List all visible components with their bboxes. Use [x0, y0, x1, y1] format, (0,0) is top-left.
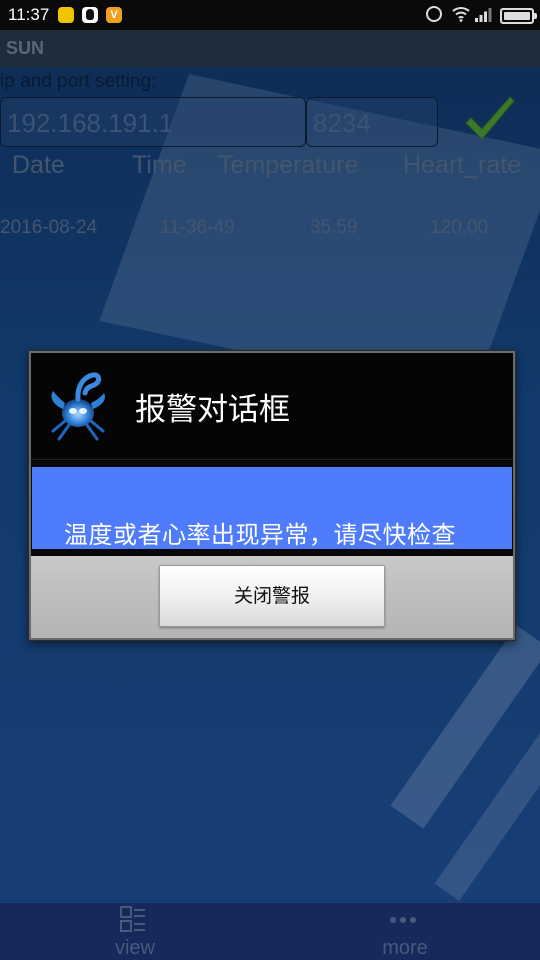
v-app-icon: V	[106, 7, 122, 23]
bottom-nav: view more	[0, 903, 540, 960]
more-icon	[390, 917, 416, 923]
dialog-title: 报警对话框	[135, 392, 290, 428]
cell-date: 2016-08-24	[0, 217, 98, 238]
ip-port-label: ip and port setting:	[0, 71, 157, 92]
column-header-date: Date	[12, 151, 65, 179]
column-header-time: Time	[132, 151, 187, 179]
column-header-temperature: Temperature	[218, 151, 359, 179]
qq-icon	[82, 7, 98, 23]
alert-dialog: 报警对话框 温度或者心率出现异常，请尽快检查 关闭警报	[29, 351, 515, 640]
scorpion-app-icon	[51, 372, 105, 441]
nav-item-more[interactable]: more	[270, 903, 540, 960]
status-bar: 11:37 V	[0, 0, 540, 30]
column-header-heart-rate: Heart_rate	[403, 151, 522, 179]
nav-label-view: view	[114, 937, 155, 959]
check-icon[interactable]	[462, 93, 518, 149]
dialog-message: 温度或者心率出现异常，请尽快检查	[64, 521, 456, 549]
alarm-icon	[426, 6, 442, 22]
port-input[interactable]: 8234	[306, 97, 438, 147]
battery-icon	[500, 8, 537, 24]
close-alarm-button[interactable]: 关闭警报	[159, 565, 385, 627]
app-title: SUN	[6, 38, 45, 58]
app-title-bar: SUN	[0, 30, 540, 67]
cell-time: 11-36-49	[160, 217, 235, 238]
dialog-header: 报警对话框	[31, 353, 513, 461]
nav-item-view[interactable]: view	[0, 903, 270, 960]
wifi-icon	[452, 7, 470, 22]
dialog-message-panel: 温度或者心率出现异常，请尽快检查	[32, 467, 512, 549]
status-time: 11:37	[8, 5, 50, 24]
cell-heart-rate: 120.00	[430, 217, 489, 238]
yellow-app-icon	[58, 7, 74, 23]
signal-icon	[475, 8, 492, 22]
dialog-footer: 关闭警报	[31, 556, 513, 638]
dialog-divider	[31, 459, 513, 460]
cell-temperature: 35.59	[310, 217, 358, 238]
nav-label-more: more	[382, 937, 428, 959]
ip-address-input[interactable]: 192.168.191.1	[0, 97, 306, 147]
view-icon	[120, 906, 145, 932]
